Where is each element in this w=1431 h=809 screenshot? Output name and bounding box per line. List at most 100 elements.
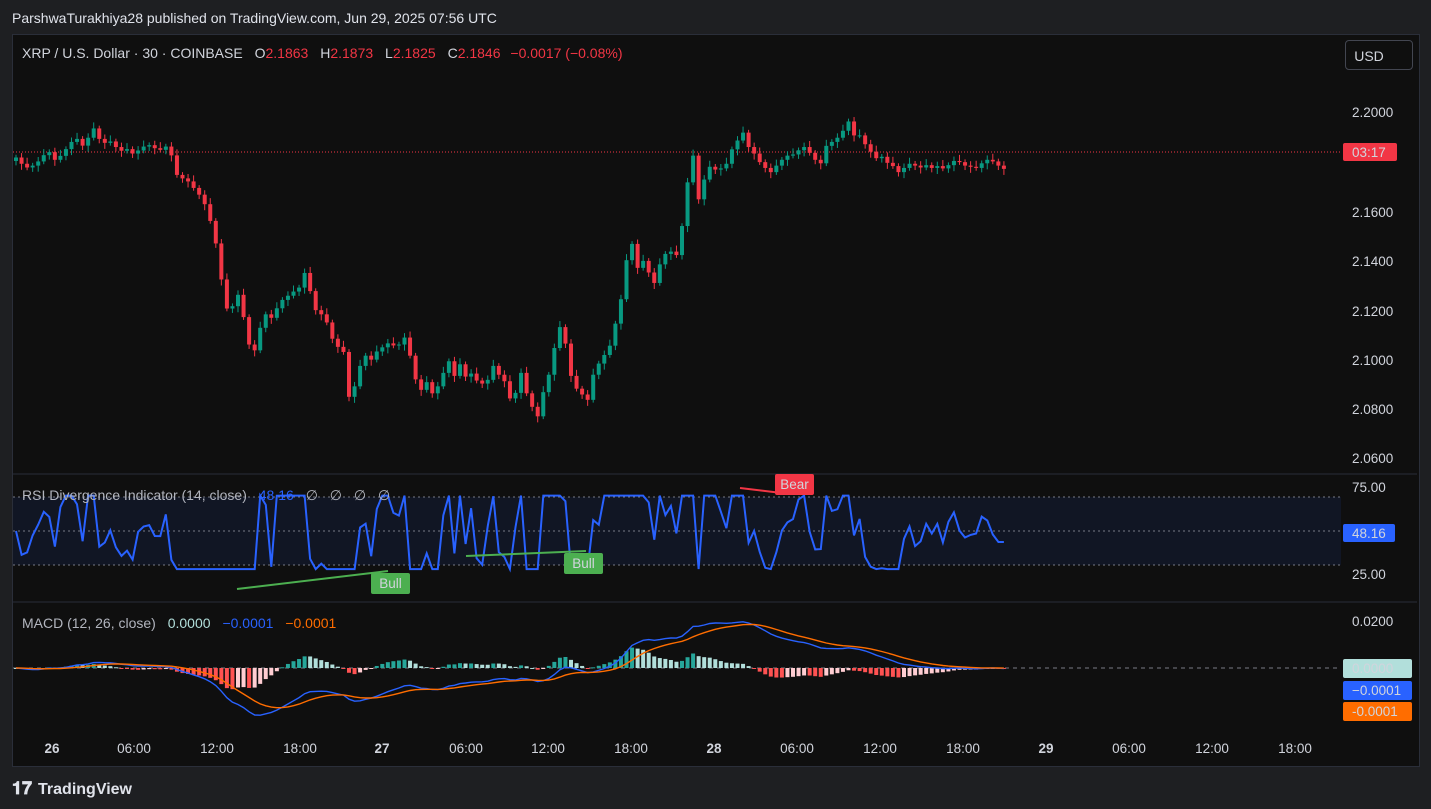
candle-body [291, 291, 296, 296]
candle-body [52, 152, 57, 160]
candle-body [202, 194, 207, 205]
macd-histogram-bar [890, 668, 895, 677]
candle-body [963, 162, 968, 166]
candle-body [91, 128, 96, 138]
candle-body [663, 253, 668, 265]
macd-histogram-bar [363, 668, 368, 670]
candle-body [541, 392, 546, 417]
candle-body [768, 167, 773, 173]
candle-body [524, 372, 529, 394]
candle-body [69, 141, 74, 150]
candle-body [563, 327, 568, 344]
time-axis-label: 18:00 [283, 741, 317, 756]
symbol-title[interactable]: XRP / U.S. Dollar · 30 · COINBASE [22, 45, 243, 61]
candle-body [968, 165, 973, 167]
macd-histogram-bar [813, 668, 818, 677]
macd-histogram-bar [258, 668, 263, 684]
candle-body [924, 165, 929, 168]
candle-body [918, 165, 923, 168]
candle-body [641, 260, 646, 268]
currency-button[interactable]: USD [1345, 40, 1413, 70]
candle-body [269, 314, 274, 318]
candle-body [363, 355, 368, 366]
macd-legend[interactable]: MACD (12, 26, close) 0.0000 −0.0001 −0.0… [22, 615, 336, 631]
macd-histogram-bar [308, 656, 313, 668]
macd-histogram-bar [491, 663, 496, 668]
candle-body [680, 226, 684, 256]
candle-body [430, 382, 435, 394]
macd-histogram-bar [596, 665, 601, 668]
candle-body [657, 264, 662, 283]
candle-body [840, 130, 845, 138]
candle-body [535, 406, 540, 417]
macd-histogram-bar [907, 668, 912, 677]
candle-body [913, 163, 918, 166]
time-axis-label: 12:00 [200, 741, 234, 756]
macd-histogram-bar [741, 663, 746, 668]
macd-histogram-bar [319, 660, 324, 668]
close-label: C [447, 45, 458, 61]
macd-histogram-bar [385, 662, 390, 668]
price-axis-label: 2.0800 [1352, 402, 1393, 417]
macd-histogram-bar [408, 660, 413, 668]
candle-body [80, 138, 85, 146]
macd-histogram-bar [874, 668, 879, 676]
macd-histogram-bar [413, 663, 418, 668]
macd-histogram-bar [913, 668, 918, 676]
candle-body [446, 361, 451, 373]
macd-histogram-bar [313, 658, 318, 668]
candle-body [519, 372, 524, 393]
macd-histogram-bar [352, 668, 357, 675]
candle-body [802, 147, 807, 151]
macd-histogram-bar [507, 666, 512, 668]
candle-body [313, 291, 318, 311]
candle-body [929, 165, 934, 168]
tv-logo-icon: 𝟏𝟕 [12, 778, 33, 798]
symbol-header: XRP / U.S. Dollar · 30 · COINBASE O2.186… [22, 45, 623, 61]
candle-body [796, 150, 801, 155]
candle-body [635, 243, 640, 268]
candle-body [258, 327, 263, 351]
candle-body [452, 361, 457, 376]
rsi-legend[interactable]: RSI Divergence Indicator (14, close) 48.… [22, 487, 390, 504]
time-axis-label: 18:00 [946, 741, 980, 756]
candle-body [774, 165, 779, 173]
candle-body [807, 147, 812, 153]
macd-histogram-bar [108, 666, 113, 668]
candle-body [369, 355, 374, 360]
brand-name: TradingView [38, 781, 132, 798]
macd-histogram-bar [263, 668, 268, 680]
time-axis-label: 06:00 [449, 741, 483, 756]
candle-body [424, 382, 429, 390]
candle-body [408, 337, 413, 356]
chart-canvas[interactable]: 2.2000 2.1600 2.1400 2.1200 2.1000 2.0800 2.06… [0, 0, 1431, 809]
high-value: 2.1873 [330, 45, 374, 61]
candle-body [413, 355, 418, 380]
price-axis-label: 2.1400 [1352, 254, 1393, 269]
macd-histogram-bar [435, 668, 440, 669]
macd-title: MACD (12, 26, close) [22, 615, 156, 631]
candle-body [485, 379, 490, 384]
candle-body [402, 337, 407, 345]
candle-body [752, 147, 757, 154]
rsi-value: 48.16 [258, 487, 294, 503]
macd-histogram-bar [302, 656, 307, 668]
macd-histogram-bar [852, 668, 857, 671]
candle-body [385, 343, 390, 348]
time-axis-label: 12:00 [531, 741, 565, 756]
macd-signal-badge-text: -0.0001 [1352, 704, 1398, 719]
macd-histogram-bar [818, 668, 823, 677]
macd-histogram-bar [879, 668, 884, 676]
macd-hist-value: 0.0000 [167, 615, 211, 631]
candle-body [308, 272, 313, 292]
tradingview-logo[interactable]: 𝟏𝟕 TradingView [12, 778, 132, 799]
candle-body [435, 386, 440, 394]
candle-body [47, 152, 52, 156]
macd-histogram-bar [918, 668, 923, 675]
open-value: 2.1863 [265, 45, 309, 61]
candle-body [557, 327, 562, 349]
candle-body [885, 156, 890, 163]
candle-body [818, 159, 823, 164]
macd-histogram-bar [147, 668, 152, 670]
candle-body [86, 137, 91, 146]
